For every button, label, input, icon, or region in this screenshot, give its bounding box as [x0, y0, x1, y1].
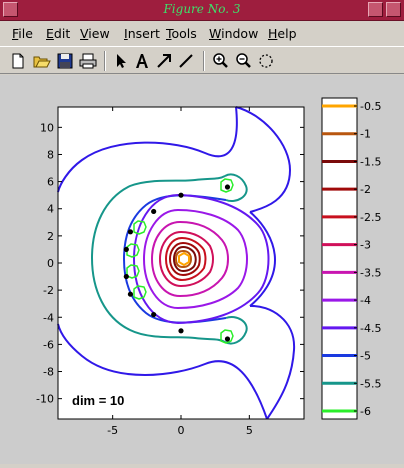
menu-insert[interactable]: Insert: [124, 26, 160, 41]
menu-tools[interactable]: Tools: [166, 26, 197, 41]
menu-label-rest: dit: [53, 26, 71, 41]
zoom-in-icon[interactable]: [210, 51, 230, 71]
arrow-tool-icon[interactable]: [154, 51, 174, 71]
menu-label-rest: iew: [88, 26, 110, 41]
x-tick-label: 5: [246, 424, 253, 437]
point-marker: [151, 311, 157, 318]
title-bar: Figure No. 3: [0, 0, 404, 21]
menu-file[interactable]: File: [12, 26, 33, 41]
y-tick-label: 8: [47, 148, 54, 161]
colorbar-label: -4: [360, 294, 371, 307]
figure-window: Figure No. 3 File Edit View Insert Tools Wind…: [0, 0, 404, 464]
colorbar-label: -1: [360, 128, 371, 141]
menu-label-rest: ile: [18, 26, 33, 41]
point-marker: [224, 336, 231, 342]
select-arrow-icon[interactable]: [111, 51, 131, 71]
window-title: Figure No. 3: [163, 2, 241, 16]
open-folder-icon[interactable]: [32, 51, 52, 71]
point-marker: [178, 192, 184, 198]
maximize-button[interactable]: [386, 2, 401, 17]
figure-canvas: 10 8 6 4 2 0 -2 -4 -6 -8 -10 -5 0 5 dim = 10 -0.5 -1 -1…: [0, 75, 404, 464]
menu-edit[interactable]: Edit: [46, 26, 70, 41]
colorbar-frame: [321, 97, 358, 420]
menu-mnemonic: W: [209, 26, 222, 41]
colorbar-label: -2: [360, 183, 371, 196]
toolbar: [0, 46, 404, 74]
menu-label-rest: indow: [221, 26, 259, 41]
colorbar-label: -6: [360, 405, 371, 418]
y-tick-label: -8: [43, 366, 54, 379]
menu-mnemonic: E: [46, 26, 54, 41]
toolbar-separator: [203, 51, 205, 71]
y-tick-label: -4: [43, 311, 54, 324]
y-tick-label: -2: [43, 284, 54, 297]
y-tick-label: 0: [47, 257, 54, 270]
colorbar: -0.5 -1 -1.5 -2 -2.5 -3 -3.5 -4 -4.5 -5 -5.5 -6: [321, 97, 381, 420]
x-tick-label: 0: [178, 424, 185, 437]
menu-label-rest: elp: [277, 26, 297, 41]
line-tool-icon[interactable]: [176, 51, 196, 71]
y-tick-label: 10: [40, 121, 54, 134]
point-marker: [127, 229, 134, 235]
y-tick-label: -10: [36, 393, 54, 406]
y-tick-label: 6: [47, 176, 54, 189]
y-tick-label: 2: [47, 230, 54, 243]
new-figure-icon[interactable]: [8, 51, 28, 71]
point-marker: [151, 208, 157, 215]
colorbar-label: -2.5: [360, 211, 381, 224]
colorbar-label: -3.5: [360, 266, 381, 279]
menu-label-rest: ools: [171, 26, 197, 41]
zoom-out-icon[interactable]: [233, 51, 253, 71]
minimize-button[interactable]: [368, 2, 383, 17]
colorbar-label: -0.5: [360, 100, 381, 113]
point-marker: [127, 291, 134, 297]
rotate-3d-icon[interactable]: [256, 51, 276, 71]
point-marker: [123, 246, 129, 253]
menu-mnemonic: H: [268, 26, 278, 41]
x-tick-label: -5: [107, 424, 118, 437]
point-marker: [178, 328, 184, 334]
toolbar-separator: [104, 51, 106, 71]
menu-help[interactable]: Help: [268, 26, 297, 41]
colorbar-label: -4.5: [360, 322, 381, 335]
menu-label-rest: nsert: [127, 26, 160, 41]
colorbar-label: -3: [360, 239, 371, 252]
point-marker: [123, 273, 129, 280]
menu-bar: File Edit View Insert Tools Window Help: [0, 22, 404, 44]
y-tick-label: -6: [43, 338, 54, 351]
menu-window[interactable]: Window: [209, 26, 258, 41]
point-marker: [224, 184, 231, 190]
print-icon[interactable]: [78, 51, 98, 71]
text-tool-icon[interactable]: [132, 51, 152, 71]
y-tick-label: 4: [47, 203, 54, 216]
colorbar-label: -1.5: [360, 155, 381, 168]
colorbar-label: -5: [360, 350, 371, 363]
save-icon[interactable]: [55, 51, 75, 71]
plot-annotation: dim = 10: [72, 393, 124, 408]
contour-plot: 10 8 6 4 2 0 -2 -4 -6 -8 -10 -5 0 5 dim = 10 -0.5 -1 -1…: [36, 97, 381, 437]
colorbar-label: -5.5: [360, 377, 381, 390]
menu-view[interactable]: View: [80, 26, 110, 41]
